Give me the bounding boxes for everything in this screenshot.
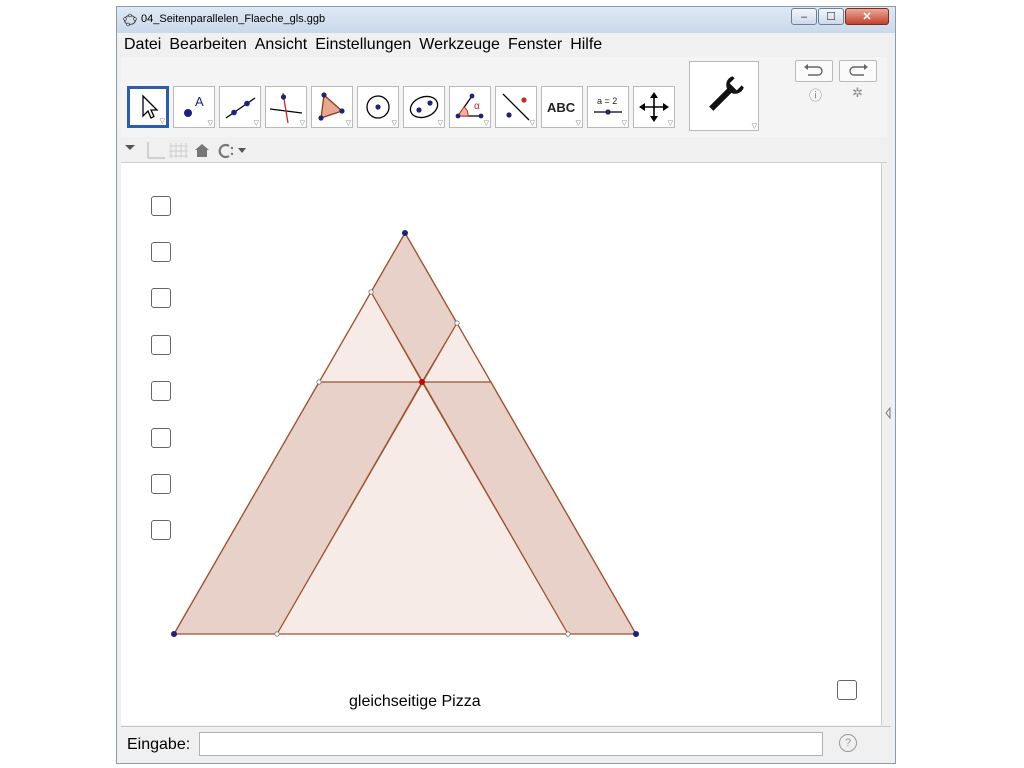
- undo-icon: [804, 64, 823, 76]
- app-window: 04_Seitenparallelen_Flaeche_gls.ggb ‒ ☐ …: [116, 6, 896, 764]
- window-title: 04_Seitenparallelen_Flaeche_gls.ggb: [141, 13, 326, 25]
- input-field[interactable]: [199, 732, 823, 756]
- slider-tool-button[interactable]: a = 2 ▽: [587, 86, 629, 128]
- svg-text:ABC: ABC: [547, 100, 576, 115]
- checkbox-4[interactable]: [151, 335, 171, 355]
- tool-menu-arrow-icon: ▽: [575, 120, 581, 127]
- stylebar-toggle-icon[interactable]: [125, 145, 135, 150]
- tool-menu-arrow-icon: ▽: [207, 120, 213, 127]
- input-bar: Eingabe: ?: [121, 726, 891, 761]
- text-tool-button[interactable]: ABC ▽: [541, 86, 583, 128]
- wrench-icon: [709, 76, 744, 111]
- tool-menu-arrow-icon: ▽: [483, 120, 489, 127]
- side-point[interactable]: [368, 289, 374, 295]
- menu-datei[interactable]: Datei: [121, 34, 164, 56]
- tool-menu-arrow-icon: ▽: [299, 120, 305, 127]
- vertex-point[interactable]: [633, 631, 639, 637]
- redo-button[interactable]: [839, 60, 877, 82]
- tool-menu-arrow-icon: ▽: [751, 123, 757, 130]
- move-tool-button[interactable]: ▽: [127, 86, 169, 128]
- style-bar-icons: [125, 142, 246, 159]
- input-bar-label: Eingabe:: [127, 736, 191, 753]
- tool-menu-arrow-icon: ▽: [437, 120, 443, 127]
- style-bar: [121, 138, 887, 163]
- title-bar[interactable]: 04_Seitenparallelen_Flaeche_gls.ggb ‒ ☐ …: [117, 7, 895, 33]
- tool-menu-arrow-icon: ▽: [345, 120, 351, 127]
- menu-hilfe[interactable]: Hilfe: [567, 34, 605, 56]
- menu-fenster[interactable]: Fenster: [505, 34, 565, 56]
- vertex-point[interactable]: [171, 631, 177, 637]
- home-icon[interactable]: [195, 144, 209, 157]
- grid-icon[interactable]: [169, 143, 188, 158]
- canvas-caption: gleichseitige Pizza: [349, 693, 481, 710]
- circle-tool-button[interactable]: ▽: [357, 86, 399, 128]
- tool-menu-arrow-icon: ▽: [253, 120, 259, 127]
- checkbox-7[interactable]: [151, 474, 171, 494]
- point-capture-icon[interactable]: [218, 143, 246, 159]
- side-panel-toggle[interactable]: [881, 163, 894, 725]
- checkbox-1[interactable]: [151, 196, 171, 216]
- menu-bar: Datei Bearbeiten Ansicht Einstellungen W…: [121, 34, 607, 56]
- construction-drawing: [171, 230, 639, 637]
- toolbar: ▽ A ▽ ▽ ▽ ▽ ▽ ▽ α ▽ ▽ ABC ▽ a = 2 ▽ ▽ ▽ …: [121, 57, 887, 137]
- tool-menu-arrow-icon: ▽: [159, 118, 165, 125]
- line-tool-button[interactable]: ▽: [219, 86, 261, 128]
- tool-menu-arrow-icon: ▽: [391, 120, 397, 127]
- customize-toolbar-button[interactable]: ▽: [689, 61, 759, 131]
- close-button[interactable]: ✕: [845, 8, 889, 25]
- polygon-tool-button[interactable]: ▽: [311, 86, 353, 128]
- checkbox-5[interactable]: [151, 381, 171, 401]
- vertex-point[interactable]: [402, 230, 408, 236]
- inner-point[interactable]: [419, 379, 425, 385]
- ellipse-tool-button[interactable]: ▽: [403, 86, 445, 128]
- svg-text:α: α: [474, 101, 480, 112]
- checkbox-3[interactable]: [151, 288, 171, 308]
- reflect-tool-button[interactable]: ▽: [495, 86, 537, 128]
- perpendicular-line-tool-button[interactable]: ▽: [265, 86, 307, 128]
- help-icon[interactable]: ⓘ: [809, 85, 822, 104]
- side-point[interactable]: [565, 631, 571, 637]
- axes-icon[interactable]: [147, 142, 165, 159]
- angle-tool-button[interactable]: α ▽: [449, 86, 491, 128]
- tool-menu-arrow-icon: ▽: [529, 120, 535, 127]
- checkbox-6[interactable]: [151, 428, 171, 448]
- input-help-icon[interactable]: ?: [839, 734, 857, 752]
- tool-menu-arrow-icon: ▽: [667, 120, 673, 127]
- maximize-button[interactable]: ☐: [818, 8, 844, 25]
- side-point[interactable]: [454, 320, 460, 326]
- checkbox-9[interactable]: [837, 680, 857, 700]
- menu-ansicht[interactable]: Ansicht: [252, 34, 310, 56]
- gear-icon[interactable]: ✲: [852, 85, 863, 101]
- menu-einstellungen[interactable]: Einstellungen: [312, 34, 414, 56]
- move-graphics-view-tool-button[interactable]: ▽: [633, 86, 675, 128]
- side-point[interactable]: [274, 631, 280, 637]
- menu-werkzeuge[interactable]: Werkzeuge: [416, 34, 503, 56]
- collapse-arrow-icon: [885, 406, 891, 420]
- graphics-view[interactable]: gleichseitige Pizza: [121, 163, 881, 725]
- tool-menu-arrow-icon: ▽: [621, 120, 627, 127]
- undo-button[interactable]: [795, 60, 833, 82]
- redo-icon: [849, 64, 868, 76]
- minimize-button[interactable]: ‒: [791, 8, 817, 25]
- menu-bearbeiten[interactable]: Bearbeiten: [166, 34, 249, 56]
- svg-text:A: A: [195, 94, 204, 109]
- svg-text:a = 2: a = 2: [597, 96, 617, 106]
- point-tool-button[interactable]: A ▽: [173, 86, 215, 128]
- checkbox-8[interactable]: [151, 520, 171, 540]
- side-point[interactable]: [316, 379, 322, 385]
- checkbox-2[interactable]: [151, 242, 171, 262]
- geogebra-app-icon: [123, 13, 137, 27]
